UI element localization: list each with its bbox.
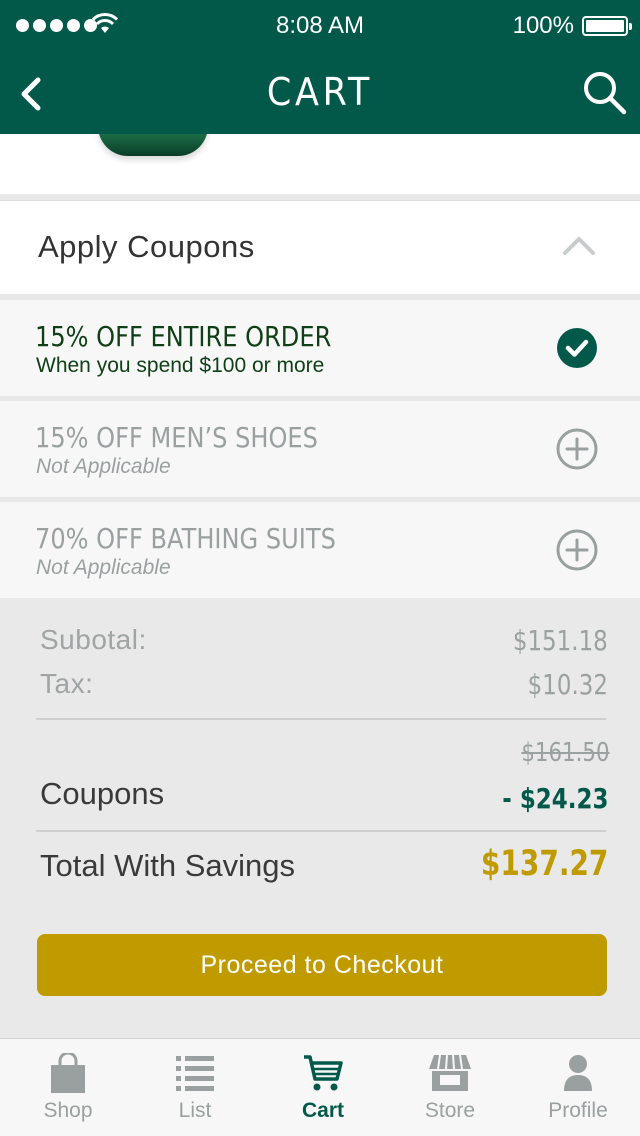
plus-circle-icon[interactable]: [556, 428, 598, 470]
coupon-title: 15% OFF ENTIRE ORDER: [35, 320, 332, 353]
total-value: $137.27: [480, 844, 608, 884]
status-bar: 8:08 AM 100%: [0, 0, 640, 52]
proceed-to-checkout-button[interactable]: Proceed to Checkout: [37, 934, 607, 996]
coupon-row-mens-shoes[interactable]: 15% OFF MEN’S SHOES Not Applicable: [0, 401, 640, 497]
tab-list[interactable]: List: [131, 1039, 259, 1136]
tax-value: $10.32: [527, 668, 608, 701]
subtotal-label: Subotal:: [40, 624, 147, 655]
product-image: [98, 134, 208, 156]
tab-cart[interactable]: Cart: [259, 1039, 387, 1136]
apply-coupons-header[interactable]: Apply Coupons: [0, 200, 640, 294]
total-label: Total With Savings: [40, 848, 295, 883]
coupon-subtitle: Not Applicable: [36, 556, 171, 579]
divider: [36, 718, 606, 720]
page-title: CART: [266, 70, 374, 114]
nav-header: 8:08 AM 100% CART: [0, 0, 640, 134]
bag-icon: [51, 1053, 85, 1093]
original-total: $161.50: [521, 738, 610, 768]
tab-store[interactable]: Store: [386, 1039, 514, 1136]
cart-icon: [304, 1055, 343, 1091]
coupons-discount: - $24.23: [501, 782, 608, 815]
coupon-title: 15% OFF MEN’S SHOES: [35, 421, 318, 454]
check-circle-icon[interactable]: [556, 327, 598, 369]
coupon-row-entire-order[interactable]: 15% OFF ENTIRE ORDER When you spend $100…: [0, 300, 640, 396]
battery-percent: 100%: [512, 12, 574, 39]
search-icon[interactable]: [582, 70, 628, 116]
tab-bar: Shop List Cart Store Profile: [0, 1038, 640, 1136]
tab-profile[interactable]: Profile: [514, 1039, 640, 1136]
subtotal-value: $151.18: [513, 624, 608, 657]
tab-shop[interactable]: Shop: [4, 1039, 132, 1136]
battery-icon: [582, 16, 632, 36]
profile-icon: [564, 1055, 592, 1091]
tab-label: Store: [424, 1099, 476, 1122]
tab-label: Profile: [548, 1099, 608, 1122]
product-preview: [0, 134, 640, 194]
tax-label: Tax:: [40, 668, 94, 699]
divider: [36, 830, 606, 832]
apply-coupons-label: Apply Coupons: [38, 229, 255, 264]
plus-circle-icon[interactable]: [556, 529, 598, 571]
chevron-up-icon[interactable]: [562, 233, 596, 257]
coupon-title: 70% OFF BATHING SUITS: [35, 522, 336, 555]
store-icon: [429, 1054, 471, 1091]
coupon-subtitle: When you spend $100 or more: [36, 354, 325, 377]
coupons-label: Coupons: [40, 776, 165, 811]
tab-label: List: [178, 1099, 212, 1122]
order-summary: Subotal: $151.18 Tax: $10.32 $161.50 Cou…: [0, 598, 640, 1038]
list-icon: [176, 1056, 214, 1091]
coupon-row-bathing-suits[interactable]: 70% OFF BATHING SUITS Not Applicable: [0, 502, 640, 598]
tab-label: Shop: [43, 1099, 93, 1122]
tab-label: Cart: [301, 1099, 344, 1122]
coupon-subtitle: Not Applicable: [36, 455, 171, 478]
